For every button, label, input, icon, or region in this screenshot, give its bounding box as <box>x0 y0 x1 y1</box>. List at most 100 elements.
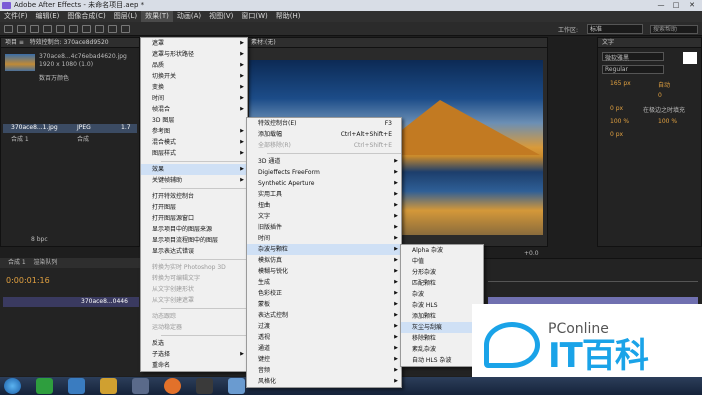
fill-color-swatch[interactable] <box>683 52 697 64</box>
tracking-value[interactable]: 0 <box>658 92 662 99</box>
menu-item[interactable]: 模拟仿真 ▶ <box>247 255 401 266</box>
timecode-display[interactable]: 0:00:01:16 <box>6 276 50 285</box>
menu-item[interactable]: 蒙板 ▶ <box>247 299 401 310</box>
rotate-tool-icon[interactable] <box>43 25 52 33</box>
menu-item[interactable]: 打开特效控制台 <box>141 191 247 202</box>
pan-tool-icon[interactable] <box>69 25 78 33</box>
menu-item[interactable]: 扭曲 ▶ <box>247 200 401 211</box>
menu-item[interactable]: 显示项目流程图中的图层 <box>141 235 247 246</box>
media-player-icon[interactable] <box>196 378 213 394</box>
menu-help[interactable]: 帮助(H) <box>272 11 305 22</box>
menu-item[interactable]: 杂波与颗粒 ▶ <box>247 244 401 255</box>
menu-file[interactable]: 文件(F) <box>0 11 32 22</box>
menu-item[interactable]: 效果 ▶ <box>141 164 247 175</box>
menu-item[interactable]: 杂波 <box>401 289 483 300</box>
menu-animation[interactable]: 动画(A) <box>173 11 205 22</box>
menu-item[interactable]: 色彩校正 ▶ <box>247 288 401 299</box>
menu-item[interactable]: 反选 <box>141 338 247 349</box>
list-item[interactable]: 合成 1 合成 <box>3 134 137 143</box>
menu-item[interactable]: 杂波 HLS <box>401 300 483 311</box>
explorer-icon[interactable] <box>132 378 149 394</box>
menu-item[interactable]: 显示项目中的图层来源 <box>141 224 247 235</box>
menu-item[interactable]: 风格化 ▶ <box>247 376 401 387</box>
menu-item[interactable]: 中值 <box>401 256 483 267</box>
mask-tool-icon[interactable] <box>82 25 91 33</box>
menu-item[interactable]: 通道 ▶ <box>247 343 401 354</box>
menu-item[interactable]: 表达式控制 ▶ <box>247 310 401 321</box>
folder-icon[interactable] <box>100 378 117 394</box>
menu-layer[interactable]: 图层(L) <box>110 11 141 22</box>
menu-view[interactable]: 视图(V) <box>205 11 237 22</box>
brush-tool-icon[interactable] <box>121 25 130 33</box>
menu-item[interactable]: 转换为可编辑文字 <box>141 273 247 284</box>
media-icon[interactable] <box>68 378 85 394</box>
menu-item[interactable]: 透视 ▶ <box>247 332 401 343</box>
menu-item[interactable]: 时间 ▶ <box>141 93 247 104</box>
menu-item[interactable]: 紊乱杂波 <box>401 344 483 355</box>
menu-item[interactable]: 匹配颗粒 <box>401 278 483 289</box>
menu-composition[interactable]: 图像合成(C) <box>63 11 109 22</box>
menu-item[interactable]: 运动稳定器 <box>141 322 247 333</box>
menu-item[interactable]: 切换开关 ▶ <box>141 71 247 82</box>
zoom-tool-icon[interactable] <box>30 25 39 33</box>
menu-item[interactable]: 参考图 ▶ <box>141 126 247 137</box>
menu-item[interactable]: 关键帧辅助 ▶ <box>141 175 247 186</box>
menu-item[interactable]: 遮罩 ▶ <box>141 38 247 49</box>
stroke-value[interactable]: 0 px <box>610 105 623 112</box>
font-select[interactable]: 微软雅黑 <box>602 52 664 62</box>
menu-item[interactable]: 键控 ▶ <box>247 354 401 365</box>
tab-render-queue[interactable]: 渲染队列 <box>33 259 57 266</box>
footage-tab[interactable]: 素材:(无) <box>247 38 547 48</box>
start-button-icon[interactable] <box>4 378 21 394</box>
minimize-button[interactable]: — <box>654 1 668 10</box>
workspace-select[interactable]: 标准 <box>587 24 643 34</box>
menu-item[interactable]: 移除颗粒 <box>401 333 483 344</box>
menu-item[interactable]: 从文字创建遮罩 <box>141 295 247 306</box>
tab-project[interactable]: 项目 ≡ <box>5 39 24 46</box>
menu-item[interactable]: 特效控制台(E) F3 <box>247 118 401 129</box>
menu-item[interactable]: 3D 图层 <box>141 115 247 126</box>
leading-value[interactable]: 自动 <box>658 80 670 89</box>
menu-item[interactable]: 音频 ▶ <box>247 365 401 376</box>
camera-tool-icon[interactable] <box>56 25 65 33</box>
menu-item[interactable]: 子选择 ▶ <box>141 349 247 360</box>
close-button[interactable]: ✕ <box>685 1 699 10</box>
vscale-value[interactable]: 100 % <box>610 118 629 125</box>
list-item[interactable]: 370ace8...1.jpg JPEG 1.7 <box>3 124 137 133</box>
menu-item[interactable]: Synthetic Aperture ▶ <box>247 178 401 189</box>
menu-item[interactable]: 显示表达式错误 <box>141 246 247 257</box>
stroke-mode[interactable]: 在极边之时填充 <box>643 105 685 114</box>
menu-item[interactable]: 从文字创建形状 <box>141 284 247 295</box>
menu-window[interactable]: 窗口(W) <box>237 11 271 22</box>
hscale-value[interactable]: 100 % <box>658 118 677 125</box>
menu-item[interactable]: Alpha 杂波 <box>401 245 483 256</box>
baseline-value[interactable]: 0 px <box>610 131 623 138</box>
character-tab[interactable]: 文字 <box>598 38 701 48</box>
menu-item[interactable]: 全部移除(R) Ctrl+Shift+E <box>247 140 401 151</box>
menu-item[interactable]: 模糊与锐化 ▶ <box>247 266 401 277</box>
exposure-value[interactable]: +0.0 <box>524 250 539 257</box>
menu-item[interactable]: 重命名 <box>141 360 247 371</box>
menu-item[interactable]: 文字 ▶ <box>247 211 401 222</box>
layer-row[interactable]: 370ace8...0446 <box>3 297 139 307</box>
menu-item[interactable]: 帧混合 ▶ <box>141 104 247 115</box>
menu-item[interactable]: 过渡 ▶ <box>247 321 401 332</box>
menu-item[interactable]: Digieffects FreeForm ▶ <box>247 167 401 178</box>
menu-item[interactable]: 添加载幅 Ctrl+Alt+Shift+E <box>247 129 401 140</box>
bpc-label[interactable]: 8 bpc <box>31 236 48 243</box>
menu-item[interactable]: 时间 ▶ <box>247 233 401 244</box>
menu-item[interactable]: 生成 ▶ <box>247 277 401 288</box>
menu-item[interactable]: 打开图层 <box>141 202 247 213</box>
menu-item[interactable]: 打开图层源窗口 <box>141 213 247 224</box>
tab-comp1[interactable]: 合成 1 <box>8 259 26 266</box>
menu-item[interactable]: 分形杂波 <box>401 267 483 278</box>
menu-item[interactable]: 旧版插件 ▶ <box>247 222 401 233</box>
tab-effect-controls[interactable]: 特效控制台: 370ace8d9520 <box>30 39 109 46</box>
menu-item[interactable]: 品质 ▶ <box>141 60 247 71</box>
menu-item[interactable]: 灰尘与刮痕 <box>401 322 483 333</box>
browser-icon[interactable] <box>36 378 53 394</box>
menu-effect[interactable]: 效果(T) <box>141 11 173 22</box>
menu-item[interactable]: 混合模式 ▶ <box>141 137 247 148</box>
time-ruler[interactable] <box>488 272 698 282</box>
menu-item[interactable]: 遮罩与形状路径 ▶ <box>141 49 247 60</box>
